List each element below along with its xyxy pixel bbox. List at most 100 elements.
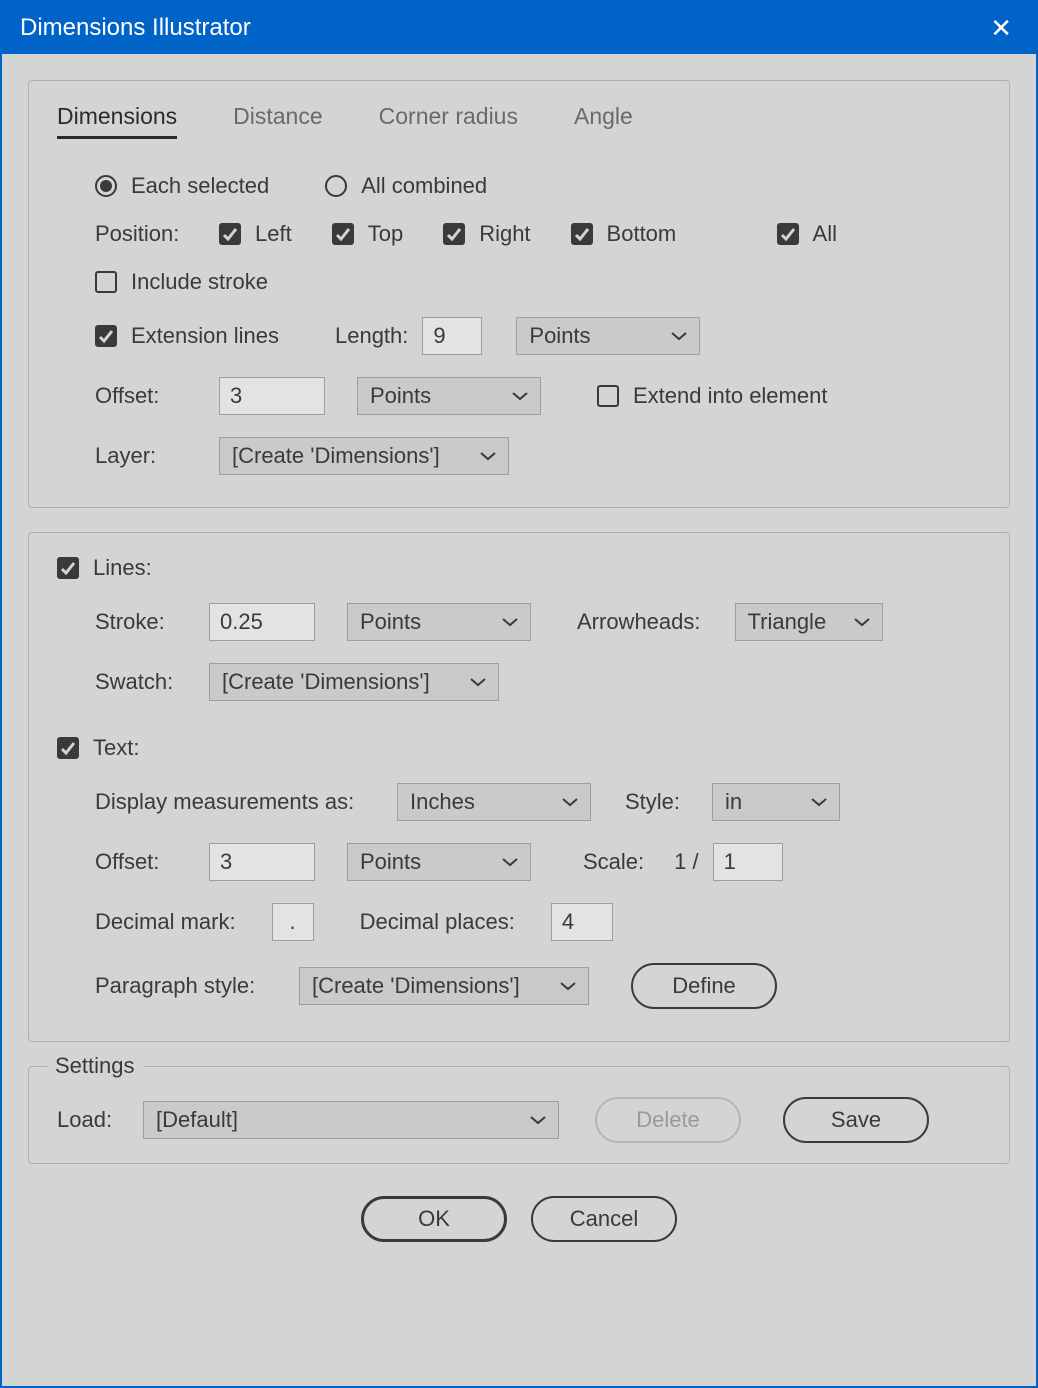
load-label: Load:	[57, 1107, 129, 1133]
display-unit-select[interactable]: Inches	[397, 783, 591, 821]
chevron-down-icon	[560, 981, 576, 991]
paragraph-label: Paragraph style:	[95, 973, 285, 999]
text-header-row: Text:	[57, 735, 981, 761]
include-stroke-row: Include stroke	[95, 269, 981, 295]
mode-row: Each selected All combined	[95, 173, 981, 199]
lines-label: Lines:	[93, 555, 152, 581]
include-stroke-label: Include stroke	[131, 269, 268, 295]
ok-button[interactable]: OK	[361, 1196, 507, 1242]
tab-dimensions[interactable]: Dimensions	[57, 103, 177, 139]
stroke-row: Stroke: Points Arrowheads: Triangle	[95, 603, 981, 641]
radio-each-selected-label: Each selected	[131, 173, 269, 199]
style-value: in	[725, 789, 742, 815]
define-button[interactable]: Define	[631, 963, 777, 1009]
position-row: Position: Left Top Right Bottom All	[95, 221, 981, 247]
tabs: Dimensions Distance Corner radius Angle	[57, 103, 981, 139]
settings-label: Settings	[47, 1053, 143, 1079]
paragraph-value: [Create 'Dimensions']	[312, 973, 520, 999]
decimal-mark-input[interactable]	[272, 903, 314, 941]
checkbox-text[interactable]	[57, 737, 79, 759]
delete-button-label: Delete	[636, 1107, 700, 1133]
offset-unit-select[interactable]: Points	[357, 377, 541, 415]
offset-unit-value: Points	[370, 383, 431, 409]
swatch-select[interactable]: [Create 'Dimensions']	[209, 663, 499, 701]
length-label: Length:	[335, 323, 408, 349]
chevron-down-icon	[530, 1115, 546, 1125]
style-label: Style:	[625, 789, 680, 815]
decimal-row: Decimal mark: Decimal places:	[95, 903, 981, 941]
scale-prefix: 1 /	[674, 849, 698, 875]
style-select[interactable]: in	[712, 783, 840, 821]
layer-value: [Create 'Dimensions']	[232, 443, 440, 469]
dialog-buttons: OK Cancel	[28, 1196, 1010, 1242]
text-offset-unit-select[interactable]: Points	[347, 843, 531, 881]
checkbox-right[interactable]	[443, 223, 465, 245]
load-value: [Default]	[156, 1107, 238, 1133]
decimal-places-input[interactable]	[551, 903, 613, 941]
arrowheads-label: Arrowheads:	[577, 609, 701, 635]
load-select[interactable]: [Default]	[143, 1101, 559, 1139]
dialog-window: Dimensions Illustrator ✕ Dimensions Dist…	[0, 0, 1038, 1388]
position-label: Position:	[95, 221, 205, 247]
checkbox-left-label: Left	[255, 221, 292, 247]
chevron-down-icon	[502, 617, 518, 627]
radio-all-combined-label: All combined	[361, 173, 487, 199]
text-offset-input[interactable]	[209, 843, 315, 881]
tab-angle[interactable]: Angle	[574, 103, 633, 139]
display-unit-value: Inches	[410, 789, 475, 815]
content: Dimensions Distance Corner radius Angle …	[2, 54, 1036, 1386]
checkbox-left[interactable]	[219, 223, 241, 245]
titlebar: Dimensions Illustrator ✕	[2, 2, 1036, 54]
checkbox-bottom-label: Bottom	[607, 221, 677, 247]
chevron-down-icon	[470, 677, 486, 687]
checkbox-extend-into-element[interactable]	[597, 385, 619, 407]
checkbox-extension-lines[interactable]	[95, 325, 117, 347]
delete-button: Delete	[595, 1097, 741, 1143]
length-unit-select[interactable]: Points	[516, 317, 700, 355]
text-offset-unit-value: Points	[360, 849, 421, 875]
cancel-button[interactable]: Cancel	[531, 1196, 677, 1242]
paragraph-row: Paragraph style: [Create 'Dimensions'] D…	[95, 963, 981, 1009]
checkbox-include-stroke[interactable]	[95, 271, 117, 293]
arrowheads-value: Triangle	[748, 609, 827, 635]
stroke-label: Stroke:	[95, 609, 195, 635]
lines-text-panel: Lines: Stroke: Points Arrowheads: Triang…	[28, 532, 1010, 1042]
cancel-button-label: Cancel	[570, 1206, 638, 1232]
arrowheads-select[interactable]: Triangle	[735, 603, 883, 641]
extension-row: Extension lines Length: Points	[95, 317, 981, 355]
checkbox-all[interactable]	[777, 223, 799, 245]
ok-button-label: OK	[418, 1206, 450, 1232]
checkbox-bottom[interactable]	[571, 223, 593, 245]
chevron-down-icon	[671, 331, 687, 341]
radio-all-combined[interactable]	[325, 175, 347, 197]
settings-row: Load: [Default] Delete Save	[57, 1097, 981, 1143]
checkbox-top[interactable]	[332, 223, 354, 245]
settings-fieldset: Settings Load: [Default] Delete Save	[28, 1066, 1010, 1164]
length-input[interactable]	[422, 317, 482, 355]
checkbox-lines[interactable]	[57, 557, 79, 579]
save-button-label: Save	[831, 1107, 881, 1133]
display-row: Display measurements as: Inches Style: i…	[95, 783, 981, 821]
tab-panel-dimensions: Dimensions Distance Corner radius Angle …	[28, 80, 1010, 508]
lines-header-row: Lines:	[57, 555, 981, 581]
window-title: Dimensions Illustrator	[20, 14, 251, 42]
chevron-down-icon	[480, 451, 496, 461]
checkbox-right-label: Right	[479, 221, 530, 247]
radio-each-selected[interactable]	[95, 175, 117, 197]
offset-input[interactable]	[219, 377, 325, 415]
stroke-unit-select[interactable]: Points	[347, 603, 531, 641]
close-icon[interactable]: ✕	[984, 13, 1018, 44]
decimal-mark-label: Decimal mark:	[95, 909, 236, 935]
tab-corner-radius[interactable]: Corner radius	[379, 103, 518, 139]
stroke-input[interactable]	[209, 603, 315, 641]
save-button[interactable]: Save	[783, 1097, 929, 1143]
layer-select[interactable]: [Create 'Dimensions']	[219, 437, 509, 475]
decimal-places-label: Decimal places:	[360, 909, 515, 935]
paragraph-select[interactable]: [Create 'Dimensions']	[299, 967, 589, 1005]
stroke-unit-value: Points	[360, 609, 421, 635]
tab-distance[interactable]: Distance	[233, 103, 322, 139]
scale-denominator-input[interactable]	[713, 843, 783, 881]
chevron-down-icon	[811, 797, 827, 807]
scale-label: Scale:	[583, 849, 644, 875]
layer-label: Layer:	[95, 443, 205, 469]
